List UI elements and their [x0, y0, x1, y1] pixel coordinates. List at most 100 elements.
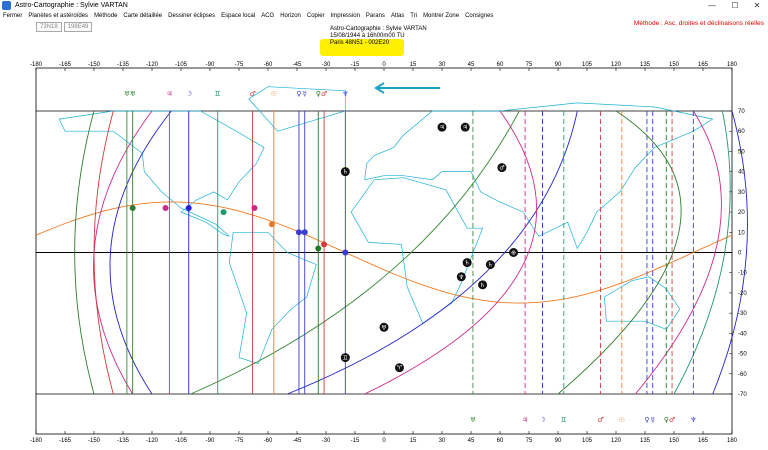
x-tick-top: -150: [88, 62, 101, 68]
astro-map[interactable]: -180-180-165-165-150-150-135-135-120-120…: [0, 58, 768, 450]
x-tick-bottom: 150: [669, 438, 680, 444]
menu-item-7[interactable]: Horizon: [277, 13, 304, 19]
planet-glyph: ♂: [249, 90, 255, 98]
menu-item-14[interactable]: Consignes: [462, 13, 496, 19]
planet-point-glyph: ♊: [343, 355, 348, 362]
planet-glyph: ☽: [539, 416, 545, 424]
x-tick-top: -105: [175, 62, 188, 68]
planet-glyph: ♂: [321, 90, 327, 98]
planet-glyph: ♀: [296, 90, 301, 98]
method-label: Méthode : Asc. droites et déclinaisons r…: [633, 20, 764, 27]
title-bar: Astro-Cartographie : Sylvie VARTAN — ☐ ✕: [0, 0, 768, 11]
x-tick-bottom: -135: [117, 438, 130, 444]
x-tick-bottom: 15: [410, 438, 417, 444]
menu-item-4[interactable]: Dessiner éclipses: [165, 13, 218, 19]
x-tick-top: -75: [235, 62, 244, 68]
x-tick-top: 150: [669, 62, 680, 68]
x-tick-top: -60: [264, 62, 273, 68]
x-tick-bottom: 180: [727, 438, 738, 444]
x-tick-top: 120: [611, 62, 622, 68]
planet-glyph: ♃: [166, 90, 172, 98]
y-tick: -30: [738, 311, 747, 317]
planet-glyph: ☉: [619, 416, 625, 424]
coordinate-readout: 73N18 198E49: [36, 22, 93, 32]
planet-point-glyph: ♃: [439, 124, 444, 131]
menu-item-10[interactable]: Parans: [363, 13, 388, 19]
planet-glyph: ♅: [130, 90, 136, 98]
menu-item-8[interactable]: Copier: [304, 13, 328, 19]
planet-point-glyph: ♈: [397, 365, 403, 372]
chart-info-name: Astro-Cartographie : Sylvie VARTAN: [330, 26, 427, 32]
menu-item-2[interactable]: Méthode: [91, 13, 120, 19]
x-tick-bottom: -180: [30, 438, 43, 444]
planet-point-glyph: ♄: [464, 260, 469, 267]
latitude-readout: 73N18: [36, 22, 62, 32]
x-tick-top: 105: [582, 62, 593, 68]
planet-point-glyph: ♄: [343, 169, 348, 176]
y-tick: 30: [738, 190, 745, 196]
x-tick-bottom: -45: [293, 438, 302, 444]
crossing-point: [185, 205, 192, 212]
close-icon[interactable]: ✕: [750, 0, 764, 11]
y-tick: 60: [738, 129, 745, 135]
x-tick-bottom: 165: [698, 438, 709, 444]
y-tick: 50: [738, 149, 745, 155]
x-tick-bottom: 45: [468, 438, 475, 444]
y-tick: 0: [738, 251, 742, 257]
crossing-point: [295, 229, 302, 236]
planet-glyph: ♊: [561, 416, 567, 424]
planet-point-glyph: ♄: [480, 282, 485, 289]
y-tick: -40: [738, 331, 747, 337]
menu-item-13[interactable]: Montrer Zone: [420, 13, 462, 19]
y-tick: 10: [738, 230, 745, 236]
crossing-point: [301, 229, 308, 236]
x-tick-bottom: 60: [497, 438, 504, 444]
maximize-icon[interactable]: ☐: [728, 0, 742, 11]
x-tick-bottom: 135: [640, 438, 651, 444]
planet-point-glyph: ♅: [381, 324, 386, 331]
menu-item-6[interactable]: ACG: [258, 13, 277, 19]
y-tick: -60: [738, 372, 747, 378]
menu-item-3[interactable]: Carte détaillée: [120, 13, 165, 19]
planet-point-glyph: ♆: [459, 274, 464, 281]
x-tick-top: 15: [410, 62, 417, 68]
chart-info-date: 15/08/1944 à 16h00m00 TU: [330, 33, 405, 39]
menu-item-11[interactable]: Atlas: [388, 13, 407, 19]
x-tick-top: -30: [322, 62, 331, 68]
longitude-readout: 198E49: [63, 22, 93, 32]
menu-item-12[interactable]: Tri: [407, 13, 420, 19]
menu-item-1[interactable]: Planètes et astéroïdes: [25, 13, 91, 19]
planet-glyph: ☽: [186, 90, 192, 98]
x-tick-top: 75: [526, 62, 533, 68]
x-tick-bottom: -120: [146, 438, 159, 444]
menu-item-0[interactable]: Fermer: [0, 13, 25, 19]
menu-item-9[interactable]: Impression: [328, 13, 363, 19]
crossing-point: [268, 221, 275, 228]
menu-item-5[interactable]: Espace local: [218, 13, 258, 19]
x-tick-top: 180: [727, 62, 738, 68]
x-tick-top: 135: [640, 62, 651, 68]
x-tick-bottom: 105: [582, 438, 593, 444]
planet-point-glyph: ♃: [463, 124, 468, 131]
x-tick-top: 60: [497, 62, 504, 68]
x-tick-bottom: -150: [88, 438, 101, 444]
crossing-point: [129, 205, 136, 212]
chart-info-place: Paris 48N51 - 002E20: [330, 40, 390, 46]
x-tick-bottom: -165: [59, 438, 72, 444]
x-tick-top: -15: [351, 62, 360, 68]
x-tick-top: 165: [698, 62, 709, 68]
x-tick-bottom: 120: [611, 438, 622, 444]
y-tick: -20: [738, 291, 747, 297]
x-tick-bottom: -15: [351, 438, 360, 444]
x-tick-bottom: 90: [555, 438, 562, 444]
y-tick: -10: [738, 271, 747, 277]
planet-glyph: ♂: [597, 416, 603, 424]
planet-glyph: ♂: [669, 416, 675, 424]
app-icon: [2, 1, 11, 10]
x-tick-bottom: -105: [175, 438, 188, 444]
x-tick-bottom: -90: [206, 438, 215, 444]
planet-glyph: ☿: [651, 416, 655, 424]
minimize-icon[interactable]: —: [705, 0, 719, 11]
chart-info: Astro-Cartographie : Sylvie VARTAN 15/08…: [330, 26, 427, 47]
y-tick: 70: [738, 109, 745, 115]
